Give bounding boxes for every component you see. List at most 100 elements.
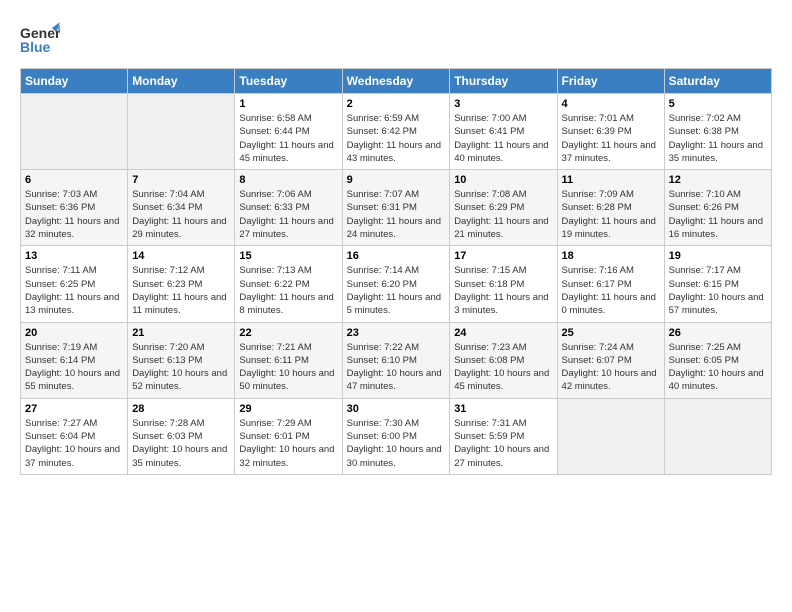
day-number: 11	[562, 174, 660, 186]
calendar-cell: 11 Sunrise: 7:09 AM Sunset: 6:28 PM Dayli…	[557, 170, 664, 246]
calendar-cell	[128, 94, 235, 170]
day-number: 26	[669, 327, 767, 339]
day-info: Sunrise: 7:24 AM Sunset: 6:07 PM Dayligh…	[562, 341, 660, 394]
day-info: Sunrise: 7:20 AM Sunset: 6:13 PM Dayligh…	[132, 341, 230, 394]
calendar-cell: 19Sunrise: 7:17 AM Sunset: 6:15 PM Dayli…	[664, 246, 771, 322]
week-row-5: 27 Sunrise: 7:27 AM Sunset: 6:04 PM Dayli…	[21, 398, 772, 474]
day-info: Sunrise: 7:25 AM Sunset: 6:05 PM Dayligh…	[669, 341, 767, 394]
day-info: Sunrise: 7:08 AM Sunset: 6:29 PM Dayligh…	[454, 188, 552, 241]
column-header-saturday: Saturday	[664, 69, 771, 94]
day-info: Sunrise: 7:02 AM Sunset: 6:38 PM Dayligh…	[669, 112, 767, 165]
week-row-4: 20 Sunrise: 7:19 AM Sunset: 6:14 PM Dayli…	[21, 322, 772, 398]
calendar-cell: 12Sunrise: 7:10 AM Sunset: 6:26 PM Dayli…	[664, 170, 771, 246]
calendar-cell: 22 Sunrise: 7:21 AM Sunset: 6:11 PM Dayli…	[235, 322, 342, 398]
calendar-cell: 21 Sunrise: 7:20 AM Sunset: 6:13 PM Dayli…	[128, 322, 235, 398]
day-number: 14	[132, 250, 230, 262]
day-number: 21	[132, 327, 230, 339]
day-number: 24	[454, 327, 552, 339]
calendar-cell: 14 Sunrise: 7:12 AM Sunset: 6:23 PM Dayli…	[128, 246, 235, 322]
calendar-cell: 5 Sunrise: 7:02 AM Sunset: 6:38 PM Daylig…	[664, 94, 771, 170]
day-number: 12	[669, 174, 767, 186]
calendar-header-row: SundayMondayTuesdayWednesdayThursdayFrid…	[21, 69, 772, 94]
calendar-cell: 6 Sunrise: 7:03 AM Sunset: 6:36 PM Daylig…	[21, 170, 128, 246]
logo: General Blue	[20, 20, 56, 60]
day-info: Sunrise: 7:19 AM Sunset: 6:14 PM Dayligh…	[25, 341, 123, 394]
day-number: 17	[454, 250, 552, 262]
day-number: 29	[239, 403, 337, 415]
calendar-cell: 17 Sunrise: 7:15 AM Sunset: 6:18 PM Dayli…	[450, 246, 557, 322]
calendar-cell: 3Sunrise: 7:00 AM Sunset: 6:41 PM Daylig…	[450, 94, 557, 170]
column-header-tuesday: Tuesday	[235, 69, 342, 94]
column-header-sunday: Sunday	[21, 69, 128, 94]
day-info: Sunrise: 7:04 AM Sunset: 6:34 PM Dayligh…	[132, 188, 230, 241]
day-info: Sunrise: 7:06 AM Sunset: 6:33 PM Dayligh…	[239, 188, 337, 241]
calendar-cell	[664, 398, 771, 474]
week-row-3: 13 Sunrise: 7:11 AM Sunset: 6:25 PM Dayli…	[21, 246, 772, 322]
day-info: Sunrise: 7:22 AM Sunset: 6:10 PM Dayligh…	[347, 341, 446, 394]
calendar-cell	[557, 398, 664, 474]
day-info: Sunrise: 7:28 AM Sunset: 6:03 PM Dayligh…	[132, 417, 230, 470]
day-number: 27	[25, 403, 123, 415]
day-number: 8	[239, 174, 337, 186]
calendar-cell: 16Sunrise: 7:14 AM Sunset: 6:20 PM Dayli…	[342, 246, 450, 322]
calendar-table: SundayMondayTuesdayWednesdayThursdayFrid…	[20, 68, 772, 475]
day-number: 5	[669, 98, 767, 110]
week-row-2: 6 Sunrise: 7:03 AM Sunset: 6:36 PM Daylig…	[21, 170, 772, 246]
day-info: Sunrise: 7:29 AM Sunset: 6:01 PM Dayligh…	[239, 417, 337, 470]
day-number: 6	[25, 174, 123, 186]
day-number: 30	[347, 403, 446, 415]
calendar-cell: 31 Sunrise: 7:31 AM Sunset: 5:59 PM Dayli…	[450, 398, 557, 474]
day-info: Sunrise: 7:21 AM Sunset: 6:11 PM Dayligh…	[239, 341, 337, 394]
calendar-cell: 4 Sunrise: 7:01 AM Sunset: 6:39 PM Daylig…	[557, 94, 664, 170]
day-info: Sunrise: 7:31 AM Sunset: 5:59 PM Dayligh…	[454, 417, 552, 470]
day-number: 22	[239, 327, 337, 339]
page-header: General Blue	[20, 20, 772, 60]
day-number: 4	[562, 98, 660, 110]
day-info: Sunrise: 7:14 AM Sunset: 6:20 PM Dayligh…	[347, 264, 446, 317]
calendar-cell: 25 Sunrise: 7:24 AM Sunset: 6:07 PM Dayli…	[557, 322, 664, 398]
day-info: Sunrise: 7:01 AM Sunset: 6:39 PM Dayligh…	[562, 112, 660, 165]
calendar-cell: 28 Sunrise: 7:28 AM Sunset: 6:03 PM Dayli…	[128, 398, 235, 474]
calendar-cell: 27 Sunrise: 7:27 AM Sunset: 6:04 PM Dayli…	[21, 398, 128, 474]
calendar-cell: 10 Sunrise: 7:08 AM Sunset: 6:29 PM Dayli…	[450, 170, 557, 246]
day-info: Sunrise: 7:30 AM Sunset: 6:00 PM Dayligh…	[347, 417, 446, 470]
calendar-cell: 30 Sunrise: 7:30 AM Sunset: 6:00 PM Dayli…	[342, 398, 450, 474]
day-number: 13	[25, 250, 123, 262]
calendar-cell: 13 Sunrise: 7:11 AM Sunset: 6:25 PM Dayli…	[21, 246, 128, 322]
column-header-monday: Monday	[128, 69, 235, 94]
calendar-cell: 2 Sunrise: 6:59 AM Sunset: 6:42 PM Daylig…	[342, 94, 450, 170]
calendar-cell: 23Sunrise: 7:22 AM Sunset: 6:10 PM Dayli…	[342, 322, 450, 398]
day-number: 10	[454, 174, 552, 186]
calendar-cell: 29 Sunrise: 7:29 AM Sunset: 6:01 PM Dayli…	[235, 398, 342, 474]
day-info: Sunrise: 7:07 AM Sunset: 6:31 PM Dayligh…	[347, 188, 446, 241]
day-info: Sunrise: 7:11 AM Sunset: 6:25 PM Dayligh…	[25, 264, 123, 317]
day-info: Sunrise: 7:13 AM Sunset: 6:22 PM Dayligh…	[239, 264, 337, 317]
calendar-cell: 20 Sunrise: 7:19 AM Sunset: 6:14 PM Dayli…	[21, 322, 128, 398]
calendar-cell: 15 Sunrise: 7:13 AM Sunset: 6:22 PM Dayli…	[235, 246, 342, 322]
day-info: Sunrise: 7:09 AM Sunset: 6:28 PM Dayligh…	[562, 188, 660, 241]
day-info: Sunrise: 6:58 AM Sunset: 6:44 PM Dayligh…	[239, 112, 337, 165]
day-number: 20	[25, 327, 123, 339]
calendar-cell: 26 Sunrise: 7:25 AM Sunset: 6:05 PM Dayli…	[664, 322, 771, 398]
week-row-1: 1Sunrise: 6:58 AM Sunset: 6:44 PM Daylig…	[21, 94, 772, 170]
column-header-friday: Friday	[557, 69, 664, 94]
day-number: 19	[669, 250, 767, 262]
column-header-thursday: Thursday	[450, 69, 557, 94]
day-number: 7	[132, 174, 230, 186]
day-info: Sunrise: 7:15 AM Sunset: 6:18 PM Dayligh…	[454, 264, 552, 317]
day-number: 2	[347, 98, 446, 110]
day-number: 31	[454, 403, 552, 415]
calendar-cell: 8 Sunrise: 7:06 AM Sunset: 6:33 PM Daylig…	[235, 170, 342, 246]
day-number: 28	[132, 403, 230, 415]
calendar-cell	[21, 94, 128, 170]
day-number: 15	[239, 250, 337, 262]
day-info: Sunrise: 7:16 AM Sunset: 6:17 PM Dayligh…	[562, 264, 660, 317]
day-info: Sunrise: 7:27 AM Sunset: 6:04 PM Dayligh…	[25, 417, 123, 470]
day-info: Sunrise: 7:23 AM Sunset: 6:08 PM Dayligh…	[454, 341, 552, 394]
day-info: Sunrise: 7:12 AM Sunset: 6:23 PM Dayligh…	[132, 264, 230, 317]
day-info: Sunrise: 6:59 AM Sunset: 6:42 PM Dayligh…	[347, 112, 446, 165]
svg-text:Blue: Blue	[20, 39, 51, 55]
day-number: 25	[562, 327, 660, 339]
day-info: Sunrise: 7:03 AM Sunset: 6:36 PM Dayligh…	[25, 188, 123, 241]
calendar-cell: 18Sunrise: 7:16 AM Sunset: 6:17 PM Dayli…	[557, 246, 664, 322]
